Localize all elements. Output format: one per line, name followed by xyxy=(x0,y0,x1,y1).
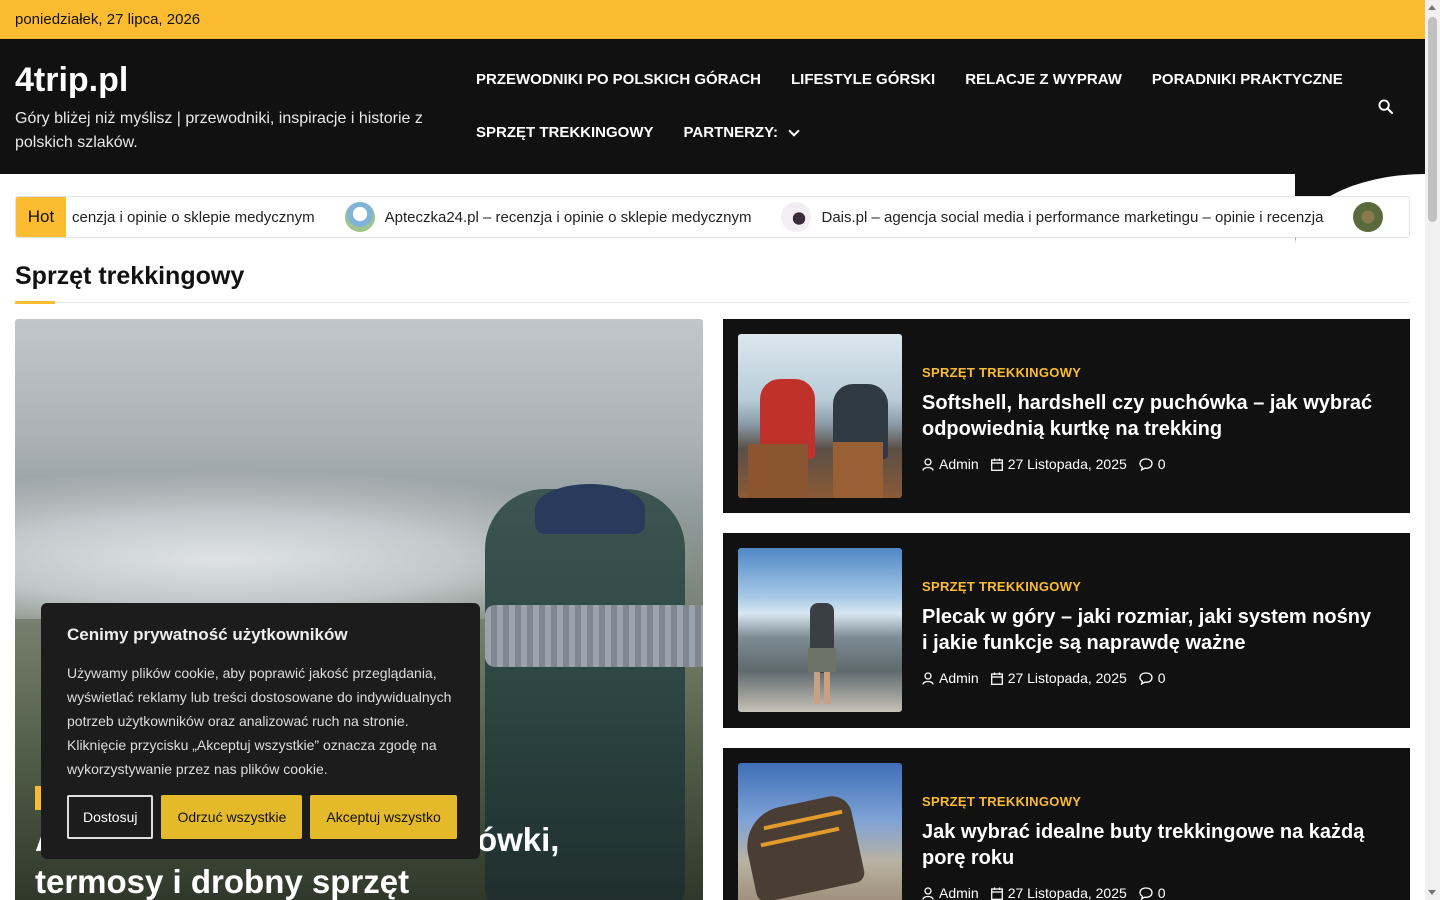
ticker-thumbnail xyxy=(781,202,812,232)
post-title[interactable]: Jak wybrać idealne buty trekkingowe na k… xyxy=(922,819,1382,871)
reject-all-button[interactable]: Odrzuć wszystkie xyxy=(161,795,303,839)
scrollbar-thumb[interactable] xyxy=(1428,17,1437,222)
post-category[interactable]: SPRZĘT TREKKINGOWY xyxy=(922,365,1382,380)
post-title[interactable]: Plecak w góry – jaki rozmiar, jaki syste… xyxy=(922,604,1382,656)
post-byline: Admin 27 Listopada, 2025 0 xyxy=(922,885,1382,900)
main-nav: PRZEWODNIKI PO POLSKICH GÓRACH LIFESTYLE… xyxy=(476,61,1356,167)
cookie-title: Cenimy prywatność użytkowników xyxy=(67,625,348,644)
nav-item-reports[interactable]: RELACJE Z WYPRAW xyxy=(965,71,1122,88)
post-card[interactable]: SPRZĘT TREKKINGOWY Plecak w góry – jaki … xyxy=(723,533,1410,728)
post-category[interactable]: SPRZĘT TREKKINGOWY xyxy=(922,579,1382,594)
user-icon xyxy=(922,457,934,471)
post-author[interactable]: Admin xyxy=(922,885,979,900)
post-card[interactable]: SPRZĘT TREKKINGOWY Jak wybrać idealne bu… xyxy=(723,748,1410,900)
calendar-icon xyxy=(990,458,1003,471)
comment-icon xyxy=(1139,671,1153,685)
post-author[interactable]: Admin xyxy=(922,670,979,686)
post-thumbnail[interactable] xyxy=(738,763,902,900)
section-accent-bar xyxy=(15,301,55,304)
post-comment-count: 0 xyxy=(1157,885,1166,900)
site-header: 4trip.pl Góry bliżej niż myślisz | przew… xyxy=(0,39,1425,174)
calendar-icon xyxy=(990,887,1003,900)
post-author-name: Admin xyxy=(939,670,979,686)
ticker-item[interactable] xyxy=(1353,202,1393,232)
post-byline: Admin 27 Listopada, 2025 0 xyxy=(922,456,1382,472)
post-date[interactable]: 27 Listopada, 2025 xyxy=(990,670,1127,686)
post-comments[interactable]: 0 xyxy=(1139,670,1166,686)
top-bar: poniedziałek, 27 lipca, 2026 xyxy=(0,0,1425,39)
post-byline: Admin 27 Listopada, 2025 0 xyxy=(922,670,1382,686)
ticker-item[interactable]: Apteczka24.pl – recenzja i opinie o skle… xyxy=(344,202,752,232)
cookie-buttons: Dostosuj Odrzuć wszystkie Akceptuj wszys… xyxy=(67,795,465,839)
page-scrollbar[interactable] xyxy=(1425,0,1440,900)
post-comments[interactable]: 0 xyxy=(1139,456,1166,472)
ticker-label: Hot xyxy=(16,197,66,237)
comment-icon xyxy=(1139,886,1153,900)
nav-item-partners[interactable]: PARTNERZY: xyxy=(683,124,800,141)
hero-image-sleeping-mat xyxy=(485,605,703,667)
user-icon xyxy=(922,671,934,685)
ticker-item-text: Apteczka24.pl – recenzja i opinie o skle… xyxy=(384,208,752,226)
post-author-name: Admin xyxy=(939,885,979,900)
post-comments[interactable]: 0 xyxy=(1139,885,1166,900)
ticker-item[interactable]: cenzja i opinie o sklepie medycznym xyxy=(72,209,315,226)
ticker-item-text: Dais.pl – agencja social media i perform… xyxy=(821,208,1324,226)
post-date-text: 27 Listopada, 2025 xyxy=(1007,885,1127,900)
chevron-down-icon xyxy=(788,124,800,137)
post-date-text: 27 Listopada, 2025 xyxy=(1007,456,1127,472)
section-divider xyxy=(15,302,1410,303)
post-date[interactable]: 27 Listopada, 2025 xyxy=(990,885,1127,900)
hot-ticker: Hot cenzja i opinie o sklepie medycznym … xyxy=(15,196,1410,238)
brand: 4trip.pl Góry bliżej niż myślisz | przew… xyxy=(15,61,445,155)
post-title[interactable]: Softshell, hardshell czy puchówka – jak … xyxy=(922,390,1382,442)
post-thumbnail[interactable] xyxy=(738,548,902,712)
hero-image-bag-top xyxy=(535,484,645,534)
post-thumbnail[interactable] xyxy=(738,334,902,498)
ticker-track: cenzja i opinie o sklepie medycznym Apte… xyxy=(72,197,1409,237)
comment-icon xyxy=(1139,457,1153,471)
nav-item-howto[interactable]: PORADNIKI PRAKTYCZNE xyxy=(1152,71,1343,88)
post-date[interactable]: 27 Listopada, 2025 xyxy=(990,456,1127,472)
ticker-item-text: cenzja i opinie o sklepie medycznym xyxy=(72,208,315,226)
site-logo[interactable]: 4trip.pl xyxy=(15,61,445,99)
section-title: Sprzęt trekkingowy xyxy=(15,262,245,290)
user-icon xyxy=(922,886,934,900)
ticker-item[interactable]: Dais.pl – agencja social media i perform… xyxy=(781,202,1323,232)
nav-item-gear[interactable]: SPRZĘT TREKKINGOWY xyxy=(476,124,654,141)
cookie-text: Używamy plików cookie, aby poprawić jako… xyxy=(67,665,452,777)
search-icon[interactable] xyxy=(1378,99,1393,114)
post-comment-count: 0 xyxy=(1157,670,1166,686)
post-comment-count: 0 xyxy=(1157,456,1166,472)
customize-button[interactable]: Dostosuj xyxy=(67,795,154,839)
scroll-down-arrow-icon[interactable] xyxy=(1428,890,1436,895)
ticker-thumbnail xyxy=(1353,202,1384,232)
current-date: poniedziałek, 27 lipca, 2026 xyxy=(15,11,201,28)
calendar-icon xyxy=(990,672,1003,685)
cookie-consent-dialog: Cenimy prywatność użytkowników Używamy p… xyxy=(41,603,480,859)
nav-item-lifestyle[interactable]: LIFESTYLE GÓRSKI xyxy=(791,71,935,88)
post-card[interactable]: SPRZĘT TREKKINGOWY Softshell, hardshell … xyxy=(723,319,1410,513)
post-date-text: 27 Listopada, 2025 xyxy=(1007,670,1127,686)
post-category[interactable]: SPRZĘT TREKKINGOWY xyxy=(922,794,1382,809)
nav-item-partners-label: PARTNERZY: xyxy=(683,124,778,141)
post-author-name: Admin xyxy=(939,456,979,472)
nav-item-guides[interactable]: PRZEWODNIKI PO POLSKICH GÓRACH xyxy=(476,71,761,88)
ticker-thumbnail xyxy=(344,202,375,232)
scroll-up-arrow-icon[interactable] xyxy=(1428,5,1436,10)
post-author[interactable]: Admin xyxy=(922,456,979,472)
site-tagline: Góry bliżej niż myślisz | przewodniki, i… xyxy=(15,110,423,151)
accept-all-button[interactable]: Akceptuj wszystko xyxy=(310,795,457,839)
